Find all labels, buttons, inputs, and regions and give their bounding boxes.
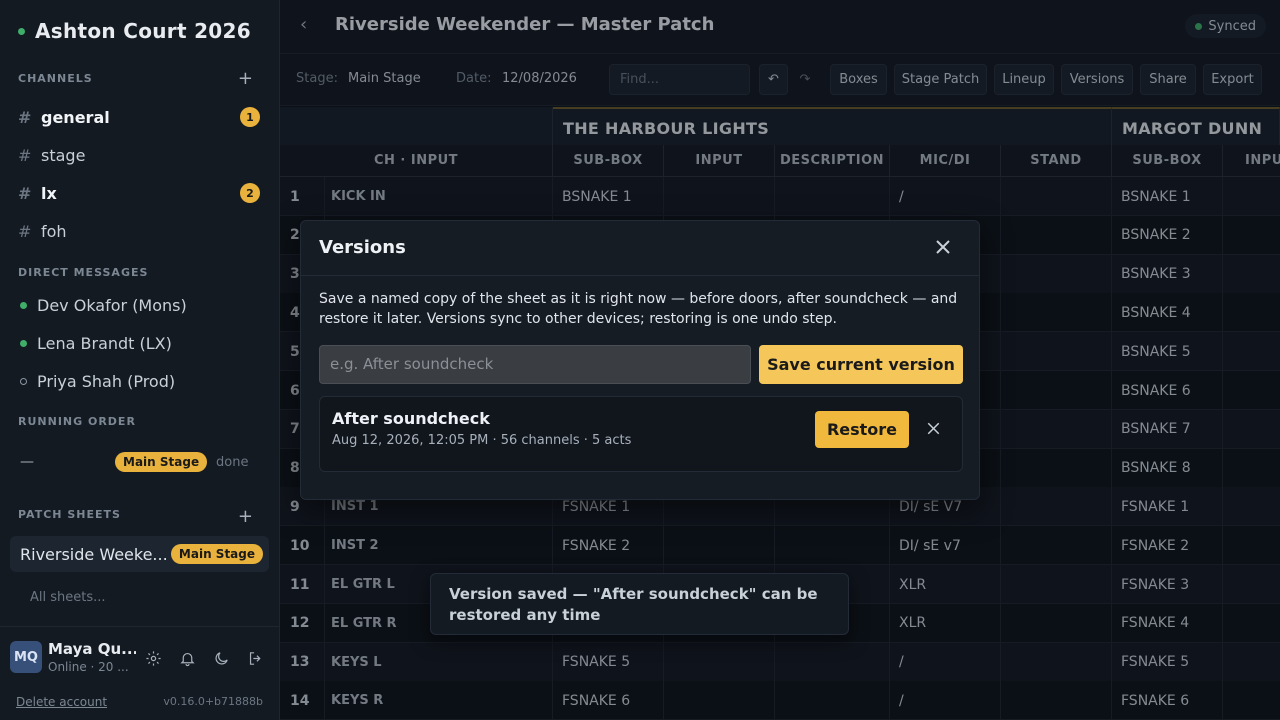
restore-button[interactable]: Restore	[815, 411, 909, 448]
delete-version-icon[interactable]	[926, 421, 941, 436]
dialog-title: Versions	[319, 237, 406, 258]
dm-item-priya-shah[interactable]: Priya Shah (Prod)	[20, 372, 175, 391]
app-version: v0.16.0+b71888b	[163, 695, 263, 708]
version-name: After soundcheck	[332, 409, 490, 428]
version-item: After soundcheck Aug 12, 2026, 12:05 PM …	[319, 396, 963, 472]
running-order-dash: —	[20, 454, 34, 470]
hash-icon: #	[18, 221, 32, 241]
channel-item-lx[interactable]: # lx 2	[18, 178, 262, 208]
stage-pill: Main Stage	[170, 544, 263, 564]
dm-item-dev-okafor[interactable]: Dev Okafor (Mons)	[20, 296, 187, 315]
channel-name: general	[41, 107, 110, 127]
dm-name: Dev Okafor (Mons)	[37, 296, 187, 315]
workspace-title: Ashton Court 2026	[35, 19, 251, 43]
workspace-status-dot	[18, 27, 25, 35]
channel-item-foh[interactable]: # foh	[18, 216, 262, 246]
avatar[interactable]: MQ	[10, 641, 42, 673]
channel-item-general[interactable]: # general 1	[18, 102, 262, 132]
online-status-icon	[20, 340, 27, 347]
user-name: Maya Qu...	[48, 640, 136, 658]
hash-icon: #	[18, 183, 32, 203]
version-meta: Aug 12, 2026, 12:05 PM · 56 channels · 5…	[332, 433, 632, 448]
add-patch-sheet-icon[interactable]: +	[238, 508, 253, 526]
logout-icon[interactable]	[246, 649, 264, 667]
patch-sheets-section-label: PATCH SHEETS	[18, 508, 121, 521]
dm-name: Priya Shah (Prod)	[37, 372, 176, 391]
add-channel-icon[interactable]: +	[238, 70, 253, 88]
workspace-header[interactable]: Ashton Court 2026	[18, 19, 251, 43]
dialog-description: Save a named copy of the sheet as it is …	[319, 291, 958, 327]
delete-account-link[interactable]: Delete account	[16, 695, 107, 709]
main-area: ‹ Riverside Weekender — Master Patch Syn…	[280, 0, 1280, 720]
dialog-divider	[301, 275, 979, 276]
running-order-status: done	[216, 454, 249, 470]
stage-pill: Main Stage	[115, 452, 208, 472]
sidebar: Ashton Court 2026 CHANNELS + # general 1…	[0, 0, 280, 720]
dms-section-label: DIRECT MESSAGES	[18, 266, 149, 279]
channel-name: stage	[41, 145, 86, 165]
channels-section-label: CHANNELS	[18, 72, 93, 85]
channel-item-stage[interactable]: # stage	[18, 140, 262, 170]
close-icon[interactable]	[933, 237, 953, 257]
bell-icon[interactable]	[178, 649, 196, 667]
unread-badge: 1	[240, 107, 260, 127]
patch-sheet-item[interactable]: Riverside Weeke... Main Stage	[10, 536, 269, 572]
versions-dialog: Versions Save a named copy of the sheet …	[300, 220, 980, 500]
patch-sheet-name: Riverside Weeke...	[20, 544, 168, 564]
dm-item-lena-brandt[interactable]: Lena Brandt (LX)	[20, 334, 172, 353]
hash-icon: #	[18, 107, 32, 127]
online-status-icon	[20, 302, 27, 309]
channel-name: foh	[41, 221, 67, 241]
version-name-input[interactable]: e.g. After soundcheck	[319, 345, 751, 384]
app-root: Ashton Court 2026 CHANNELS + # general 1…	[0, 0, 1280, 720]
user-panel: MQ Maya Qu... Online · 20 ... Delete acc…	[0, 626, 279, 720]
channel-name: lx	[41, 183, 57, 203]
unread-badge: 2	[240, 183, 260, 203]
save-version-button[interactable]: Save current version	[759, 345, 963, 384]
user-status: Online · 20 ...	[48, 660, 129, 674]
running-order-item[interactable]: — Main Stage done	[20, 451, 250, 473]
toast-notification: Version saved — "After soundcheck" can b…	[430, 573, 849, 635]
offline-status-icon	[20, 378, 27, 385]
all-sheets-link[interactable]: All sheets...	[30, 590, 106, 605]
dm-name: Lena Brandt (LX)	[37, 334, 172, 353]
hash-icon: #	[18, 145, 32, 165]
moon-icon[interactable]	[212, 649, 230, 667]
running-order-section-label: RUNNING ORDER	[18, 415, 136, 428]
gear-icon[interactable]	[144, 649, 162, 667]
